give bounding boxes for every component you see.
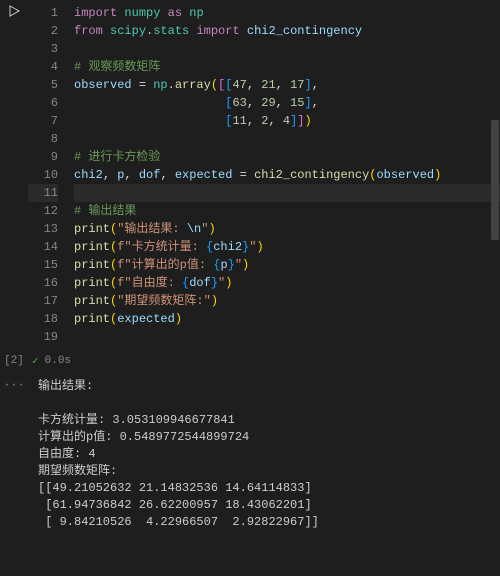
code-line[interactable]: import numpy as np	[74, 4, 500, 22]
notebook-editor: 12345678910111213141516171819 import num…	[0, 0, 500, 576]
code-line[interactable]	[74, 130, 500, 148]
line-number: 3	[28, 40, 58, 58]
code-line[interactable]: print(f"计算出的p值: {p}")	[74, 256, 500, 274]
code-line[interactable]	[74, 328, 500, 346]
code-line[interactable]: [63, 29, 15],	[74, 94, 500, 112]
line-number: 4	[28, 58, 58, 76]
line-number: 5	[28, 76, 58, 94]
line-number: 15	[28, 256, 58, 274]
code-line[interactable]: from scipy.stats import chi2_contingency	[74, 22, 500, 40]
code-line[interactable]	[74, 40, 500, 58]
execution-duration: 0.0s	[45, 355, 71, 367]
code-line[interactable]: print(f"卡方统计量: {chi2}")	[74, 238, 500, 256]
code-line[interactable]: # 观察频数矩阵	[74, 58, 500, 76]
line-number: 11	[28, 184, 58, 202]
code-line[interactable]: print("输出结果: \n")	[74, 220, 500, 238]
code-line[interactable]: # 输出结果	[74, 202, 500, 220]
line-number: 13	[28, 220, 58, 238]
line-number: 10	[28, 166, 58, 184]
line-number: 8	[28, 130, 58, 148]
scrollbar[interactable]	[490, 0, 500, 576]
code-area[interactable]: import numpy as npfrom scipy.stats impor…	[64, 0, 500, 350]
check-icon: ✓	[32, 354, 39, 368]
code-line[interactable]: print(f"自由度: {dof}")	[74, 274, 500, 292]
line-number: 19	[28, 328, 58, 346]
output-cell: ··· 输出结果: 卡方统计量: 3.053109946677841 计算出的p…	[0, 372, 500, 537]
line-number-gutter: 12345678910111213141516171819	[28, 0, 64, 350]
code-line[interactable]: [11, 2, 4]])	[74, 112, 500, 130]
run-cell-icon[interactable]	[7, 4, 21, 18]
line-number: 2	[28, 22, 58, 40]
execution-status-row: [2] ✓ 0.0s	[0, 350, 500, 372]
line-number: 6	[28, 94, 58, 112]
line-number: 17	[28, 292, 58, 310]
line-number: 9	[28, 148, 58, 166]
code-cell[interactable]: 12345678910111213141516171819 import num…	[0, 0, 500, 350]
execution-status: ✓ 0.0s	[28, 354, 71, 368]
output-text: 输出结果: 卡方统计量: 3.053109946677841 计算出的p值: 0…	[28, 376, 500, 537]
cell-run-gutter[interactable]	[0, 0, 28, 350]
code-line[interactable]: print(expected)	[74, 310, 500, 328]
line-number: 12	[28, 202, 58, 220]
code-line[interactable]	[74, 184, 500, 202]
code-line[interactable]: # 进行卡方检验	[74, 148, 500, 166]
output-ellipsis[interactable]: ···	[0, 376, 28, 537]
code-line[interactable]: print("期望频数矩阵:")	[74, 292, 500, 310]
line-number: 7	[28, 112, 58, 130]
execution-count: [2]	[0, 355, 28, 367]
line-number: 14	[28, 238, 58, 256]
line-number: 1	[28, 4, 58, 22]
line-number: 18	[28, 310, 58, 328]
code-line[interactable]: chi2, p, dof, expected = chi2_contingenc…	[74, 166, 500, 184]
line-number: 16	[28, 274, 58, 292]
code-line[interactable]: observed = np.array([[47, 21, 17],	[74, 76, 500, 94]
scroll-thumb[interactable]	[491, 120, 499, 240]
